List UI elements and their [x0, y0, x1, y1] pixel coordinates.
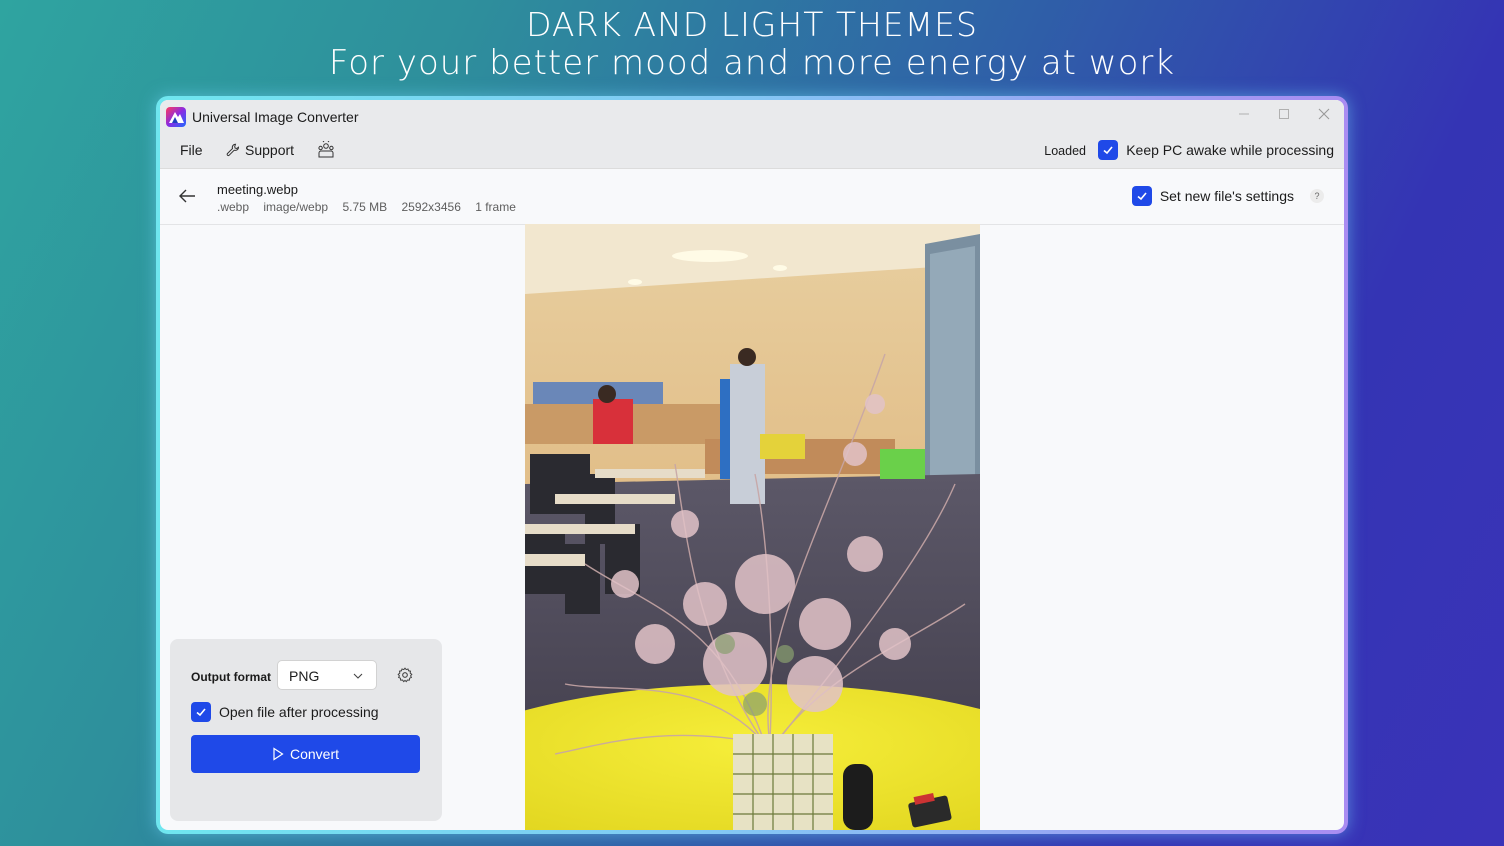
checkmark-icon — [1103, 146, 1113, 155]
file-extension: .webp — [217, 200, 250, 214]
back-arrow-icon[interactable] — [176, 185, 198, 207]
output-format-label: Output format — [191, 670, 271, 684]
help-icon[interactable]: ? — [1310, 189, 1324, 203]
community-button[interactable] — [317, 141, 335, 159]
image-preview — [525, 224, 980, 830]
close-button[interactable] — [1312, 105, 1336, 125]
output-format-value: PNG — [289, 668, 320, 684]
play-icon — [273, 747, 284, 761]
wrench-icon — [226, 143, 240, 157]
title-bar[interactable]: Universal Image Converter — [160, 100, 1344, 134]
menu-bar: File Support Loaded Keep PC awake while — [160, 134, 1344, 169]
set-new-settings-checkbox[interactable] — [1131, 186, 1152, 206]
app-logo-icon — [166, 107, 186, 127]
set-new-settings-toggle[interactable]: Set new file's settings ? — [1131, 186, 1324, 206]
keep-awake-toggle[interactable]: Keep PC awake while processing — [1098, 140, 1334, 160]
open-after-checkbox[interactable] — [191, 702, 211, 722]
minimize-button[interactable] — [1232, 105, 1256, 125]
file-name: meeting.webp — [217, 182, 298, 197]
file-frames: 1 frame — [475, 200, 516, 214]
app-window: Universal Image Converter File Support L… — [160, 100, 1344, 830]
gear-icon[interactable] — [397, 667, 413, 683]
file-meta: .webp image/webp 5.75 MB 2592x3456 1 fra… — [217, 200, 527, 214]
file-mime: image/webp — [263, 200, 329, 214]
output-format-select[interactable]: PNG — [277, 660, 377, 690]
preview-photo — [525, 224, 980, 830]
minimize-icon — [1239, 113, 1249, 115]
support-menu[interactable]: Support — [226, 142, 294, 158]
file-info-bar: meeting.webp .webp image/webp 5.75 MB 25… — [160, 169, 1344, 225]
community-icon — [318, 141, 334, 158]
app-title: Universal Image Converter — [192, 109, 359, 125]
keep-awake-checkbox[interactable] — [1098, 140, 1119, 160]
promo-banner: DARK AND LIGHT THEMES For your better mo… — [0, 5, 1504, 83]
file-dimensions: 2592x3456 — [401, 200, 461, 214]
banner-subtitle: For your better mood and more energy at … — [328, 43, 1176, 83]
status-text: Loaded — [1044, 144, 1086, 158]
keep-awake-label: Keep PC awake while processing — [1126, 142, 1334, 158]
support-menu-label: Support — [245, 142, 295, 158]
file-menu[interactable]: File — [180, 142, 203, 158]
maximize-icon — [1279, 109, 1289, 119]
open-after-label: Open file after processing — [219, 704, 379, 720]
checkmark-icon — [1137, 192, 1147, 201]
close-icon — [1318, 108, 1330, 120]
convert-button[interactable]: Convert — [191, 735, 420, 773]
banner-title: DARK AND LIGHT THEMES — [526, 5, 978, 44]
file-menu-label: File — [180, 142, 203, 158]
chevron-down-icon — [353, 673, 363, 679]
conversion-panel: Output format PNG Open file after proces… — [170, 639, 442, 821]
convert-label: Convert — [289, 746, 340, 762]
open-after-toggle[interactable]: Open file after processing — [191, 702, 379, 722]
set-new-settings-label: Set new file's settings — [1159, 188, 1294, 204]
maximize-button[interactable] — [1272, 105, 1296, 125]
file-size: 5.75 MB — [342, 200, 388, 214]
checkmark-icon — [196, 708, 206, 717]
